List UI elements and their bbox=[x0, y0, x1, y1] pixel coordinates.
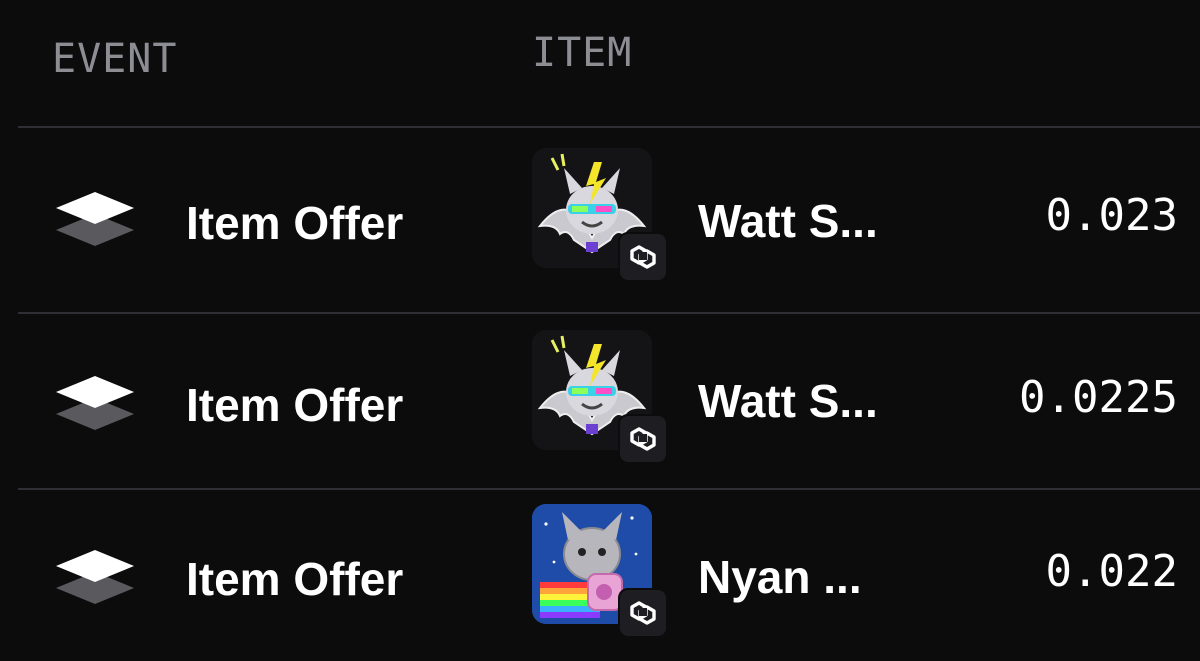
table-row[interactable]: Item Offer bbox=[0, 314, 1200, 490]
item-thumbnail-link[interactable] bbox=[532, 330, 668, 464]
event-label: Item Offer bbox=[186, 197, 404, 249]
item-thumbnail-link[interactable] bbox=[532, 504, 668, 638]
activity-table: EVENT ITEM Item Offer Watt S... 0.023 It… bbox=[0, 0, 1200, 661]
item-name-link[interactable]: Watt S... bbox=[698, 374, 878, 428]
item-name-link[interactable]: Watt S... bbox=[698, 194, 878, 248]
item-name-link[interactable]: Nyan ... bbox=[698, 550, 862, 604]
price-value: 0.0225 bbox=[1019, 372, 1178, 423]
event-label: Item Offer bbox=[186, 379, 404, 431]
price-value: 0.022 bbox=[1045, 546, 1178, 597]
item-thumbnail-link[interactable] bbox=[532, 148, 668, 282]
price-value: 0.023 bbox=[1045, 190, 1178, 241]
polygon-icon bbox=[618, 588, 668, 638]
polygon-icon bbox=[618, 414, 668, 464]
event-label: Item Offer bbox=[186, 553, 404, 605]
polygon-icon bbox=[618, 232, 668, 282]
table-row[interactable]: Item Offer bbox=[0, 128, 1200, 304]
layers-icon bbox=[56, 192, 134, 246]
layers-icon bbox=[56, 550, 134, 604]
column-header-item[interactable]: ITEM bbox=[532, 30, 632, 76]
table-row[interactable]: Item Offer bbox=[0, 490, 1200, 661]
column-header-event[interactable]: EVENT bbox=[52, 36, 177, 82]
layers-icon bbox=[56, 376, 134, 430]
